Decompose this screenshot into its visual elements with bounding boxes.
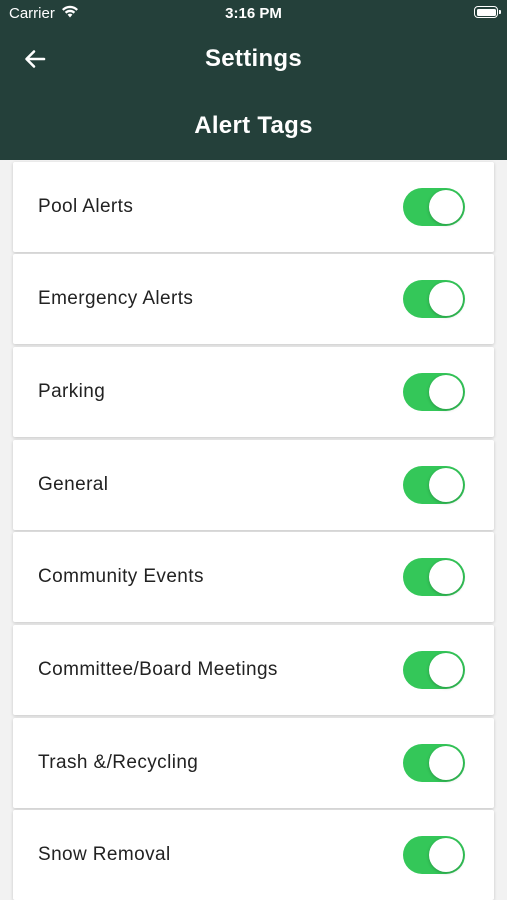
- alert-tag-toggle[interactable]: [403, 651, 465, 689]
- alert-tag-label: Community Events: [38, 566, 204, 587]
- alert-tag-row-snow-removal: Snow Removal: [13, 810, 494, 900]
- alert-tag-row-committee-board-meetings: Committee/Board Meetings: [13, 625, 494, 715]
- alert-tag-toggle[interactable]: [403, 558, 465, 596]
- toggle-knob: [429, 190, 463, 224]
- app-header: Carrier 3:16 PM Settings Alert Tags: [0, 0, 507, 160]
- battery-icon: [474, 6, 501, 18]
- page-title: Settings: [204, 45, 303, 72]
- alert-tag-label: General: [38, 474, 109, 495]
- toggle-knob: [429, 468, 463, 502]
- alert-tag-row-community-events: Community Events: [13, 532, 494, 622]
- alert-tag-row-emergency-alerts: Emergency Alerts: [13, 254, 494, 344]
- alert-tag-label: Snow Removal: [38, 844, 171, 865]
- alert-tag-toggle[interactable]: [403, 744, 465, 782]
- alert-tag-toggle[interactable]: [403, 188, 465, 226]
- toggle-knob: [429, 375, 463, 409]
- alert-tag-row-general: General: [13, 440, 494, 530]
- alert-tag-label: Pool Alerts: [38, 196, 134, 217]
- toggle-knob: [429, 560, 463, 594]
- alert-tag-label: Emergency Alerts: [38, 288, 194, 309]
- status-time: 3:16 PM: [225, 5, 282, 22]
- alert-tag-toggle[interactable]: [403, 836, 465, 874]
- toggle-knob: [429, 282, 463, 316]
- alert-tag-toggle[interactable]: [403, 373, 465, 411]
- alert-tag-label: Committee/Board Meetings: [38, 659, 278, 680]
- alert-tag-row-trash-recycling: Trash &/Recycling: [13, 718, 494, 808]
- alert-tag-row-pool-alerts: Pool Alerts: [13, 162, 494, 252]
- section-title: Alert Tags: [194, 112, 313, 139]
- toggle-knob: [429, 838, 463, 872]
- alert-tag-label: Parking: [38, 381, 106, 402]
- toggle-knob: [429, 653, 463, 687]
- toggle-knob: [429, 746, 463, 780]
- status-bar: Carrier 3:16 PM: [0, 0, 507, 28]
- alert-tag-label: Trash &/Recycling: [38, 752, 199, 773]
- alert-tag-toggle[interactable]: [403, 280, 465, 318]
- alert-tag-toggle[interactable]: [403, 466, 465, 504]
- alert-tag-row-parking: Parking: [13, 347, 494, 437]
